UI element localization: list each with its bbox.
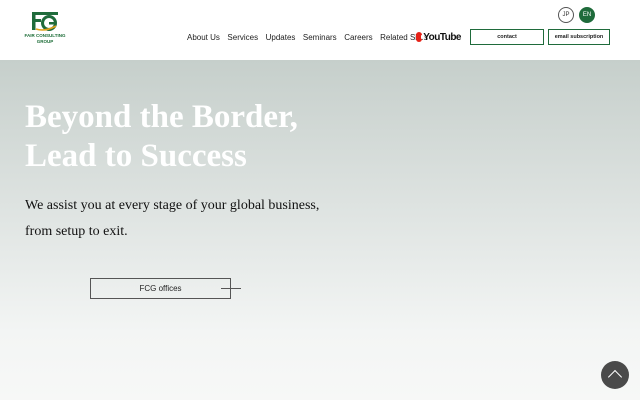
youtube-label: YouTube <box>423 31 461 43</box>
nav-services[interactable]: Services <box>227 33 258 43</box>
hero-title-line2: Lead to Success <box>25 138 247 174</box>
hero-title-line1: Beyond the Border, <box>25 99 298 135</box>
chevron-up-icon <box>607 369 623 385</box>
site-header: FAIR CONSULTING GROUP JP EN About Us Ser… <box>0 0 640 60</box>
youtube-link[interactable]: YouTube <box>416 31 461 43</box>
nav-careers[interactable]: Careers <box>344 33 372 43</box>
youtube-logo-icon <box>416 32 427 42</box>
logo-text-line2: GROUP <box>36 38 54 44</box>
hero-subtitle: We assist you at every stage of your glo… <box>25 193 319 244</box>
hero-subtitle-line2: from setup to exit. <box>25 223 128 239</box>
main-nav: About Us Services Updates Seminars Caree… <box>187 33 435 43</box>
fcg-offices-button[interactable]: FCG offices <box>90 278 231 299</box>
logo-text-line1: FAIR CONSULTING <box>24 33 66 38</box>
contact-button[interactable]: contact <box>470 29 544 45</box>
language-jp-button[interactable]: JP <box>558 7 574 23</box>
hero-section: Beyond the Border, Lead to Success We as… <box>0 60 640 400</box>
logo-text: FAIR CONSULTING GROUP <box>24 33 66 44</box>
nav-updates[interactable]: Updates <box>266 33 296 43</box>
fcg-logo[interactable]: FAIR CONSULTING GROUP <box>24 12 66 48</box>
nav-about-us[interactable]: About Us <box>187 33 220 43</box>
language-en-button[interactable]: EN <box>579 7 595 23</box>
hero-title: Beyond the Border, Lead to Success <box>25 98 298 176</box>
hero-subtitle-line1: We assist you at every stage of your glo… <box>25 198 320 213</box>
scroll-to-top-button[interactable] <box>601 361 629 389</box>
fcg-logo-mark-icon <box>32 12 58 31</box>
email-subscription-button[interactable]: email subscription <box>548 29 610 45</box>
nav-seminars[interactable]: Seminars <box>303 33 337 43</box>
offices-button-arrow-line <box>221 288 241 289</box>
